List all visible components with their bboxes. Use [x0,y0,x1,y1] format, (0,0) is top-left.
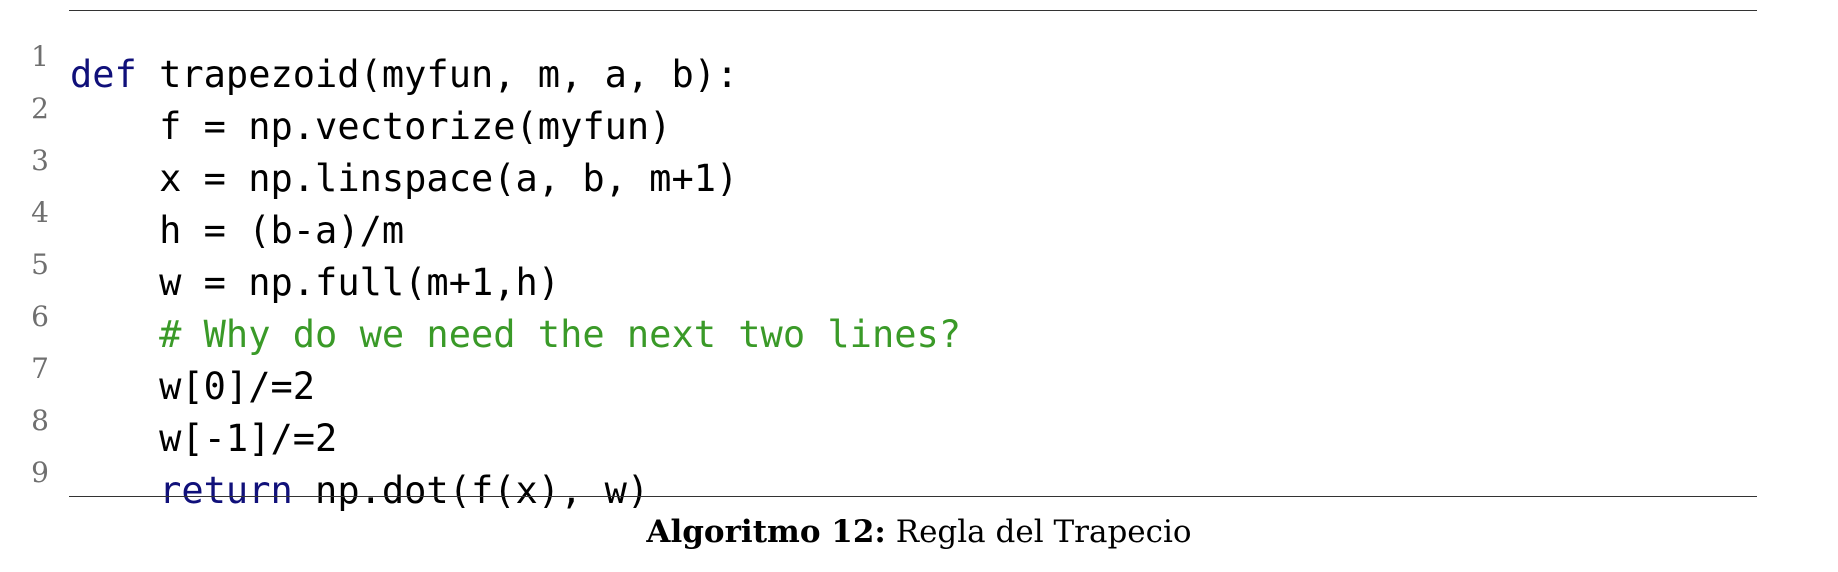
code-line: 9 return np.dot(f(x), w) [0,429,1838,512]
top-rule [69,10,1757,11]
code-line: 4 h = (b-a)/m [0,169,1838,252]
code-content: np.dot(f(x), w) [292,469,650,512]
code-line: 6 # Why do we need the next two lines? [0,273,1838,356]
code-line: 1 def trapezoid(myfun, m, a, b): [0,13,1838,96]
caption-text: Regla del Trapecio [885,514,1192,550]
code-text: return np.dot(f(x), w) [70,465,649,517]
code-line: 5 w = np.full(m+1,h) [0,221,1838,304]
bottom-rule [69,496,1757,497]
code-line: 2 f = np.vectorize(myfun) [0,65,1838,148]
code-line: 3 x = np.linspace(a, b, m+1) [0,117,1838,200]
code-line: 7 w[0]/=2 [0,325,1838,408]
code-keyword: return [159,469,293,512]
line-number: 9 [31,456,49,489]
caption-label: Algoritmo 12: [646,514,886,550]
code-listing: 1 def trapezoid(myfun, m, a, b): 2 f = n… [0,0,1838,572]
algorithm-caption: Algoritmo 12: Regla del Trapecio [0,514,1838,550]
code-line: 8 w[-1]/=2 [0,377,1838,460]
